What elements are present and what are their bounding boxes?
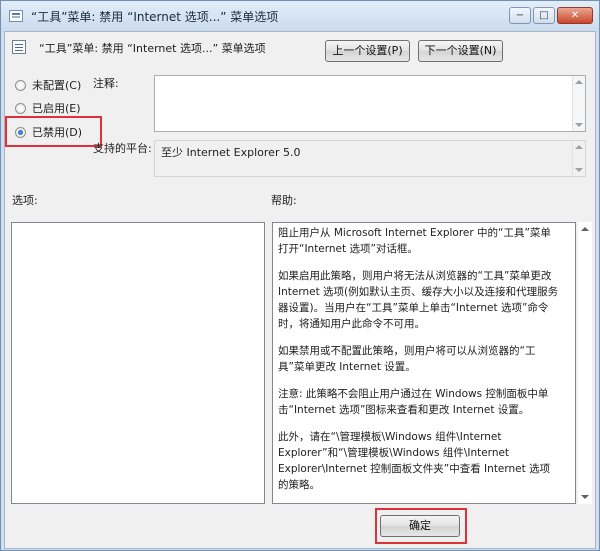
highlight-box-ok [375,508,467,544]
comment-textarea[interactable] [154,75,586,132]
help-scrollbar[interactable] [578,222,592,504]
highlight-box-disabled [5,116,102,147]
dialog-body: “工具”菜单: 禁用 “Internet 选项...” 菜单选项 上一个设置(P… [4,31,596,549]
previous-setting-button[interactable]: 上一个设置(P) [325,40,410,62]
help-scroll-track[interactable] [578,222,592,504]
minimize-button[interactable]: − [509,7,531,24]
scroll-down-icon[interactable] [581,495,589,499]
platform-field: 至少 Internet Explorer 5.0 [154,140,586,177]
options-pane [11,222,265,504]
help-paragraph: 此外，请在“\管理模板\Windows 组件\Internet Explorer… [278,431,551,491]
help-paragraph: 如果禁用或不配置此策略，则用户将可以从浏览器的“工具”菜单更改 Internet… [278,345,536,373]
policy-title: “工具”菜单: 禁用 “Internet 选项...” 菜单选项 [39,42,266,55]
radio-not-configured[interactable]: 未配置(C) [15,77,81,93]
platform-label: 支持的平台: [93,142,152,155]
scroll-down-icon[interactable] [575,168,583,172]
radio-label: 未配置(C) [32,79,82,92]
policy-setting-icon [9,10,23,22]
close-button[interactable]: ✕ [557,7,593,24]
scroll-up-icon[interactable] [575,80,583,84]
policy-setting-icon [12,40,26,54]
scroll-up-icon[interactable] [581,227,589,231]
options-label: 选项: [12,194,38,207]
radio-enabled[interactable]: 已启用(E) [15,100,81,116]
help-label: 帮助: [271,194,297,207]
help-paragraph: 注意: 此策略不会阻止用户通过在 Windows 控制面板中单击“Interne… [278,388,549,416]
platform-scrollbar[interactable] [572,141,585,176]
title-bar[interactable]: “工具”菜单: 禁用 “Internet 选项...” 菜单选项 − □ ✕ [1,1,599,31]
radio-label: 已启用(E) [32,102,81,115]
policy-dialog-window: “工具”菜单: 禁用 “Internet 选项...” 菜单选项 − □ ✕ “… [0,0,600,551]
radio-button-icon[interactable] [15,102,26,114]
scroll-down-icon[interactable] [575,123,583,127]
comment-label: 注释: [93,77,119,90]
help-paragraph: 如果启用此策略，则用户将无法从浏览器的“工具”菜单更改 Internet 选项(… [278,270,559,330]
next-setting-button[interactable]: 下一个设置(N) [418,40,503,62]
comment-scrollbar[interactable] [572,76,585,131]
radio-button-icon[interactable] [15,79,26,91]
scroll-up-icon[interactable] [575,145,583,149]
help-pane: 阻止用户从 Microsoft Internet Explorer 中的“工具”… [272,222,576,504]
maximize-button[interactable]: □ [533,7,555,24]
window-title: “工具”菜单: 禁用 “Internet 选项...” 菜单选项 [31,10,279,24]
help-paragraph: 阻止用户从 Microsoft Internet Explorer 中的“工具”… [278,227,551,255]
platform-value: 至少 Internet Explorer 5.0 [161,146,301,159]
